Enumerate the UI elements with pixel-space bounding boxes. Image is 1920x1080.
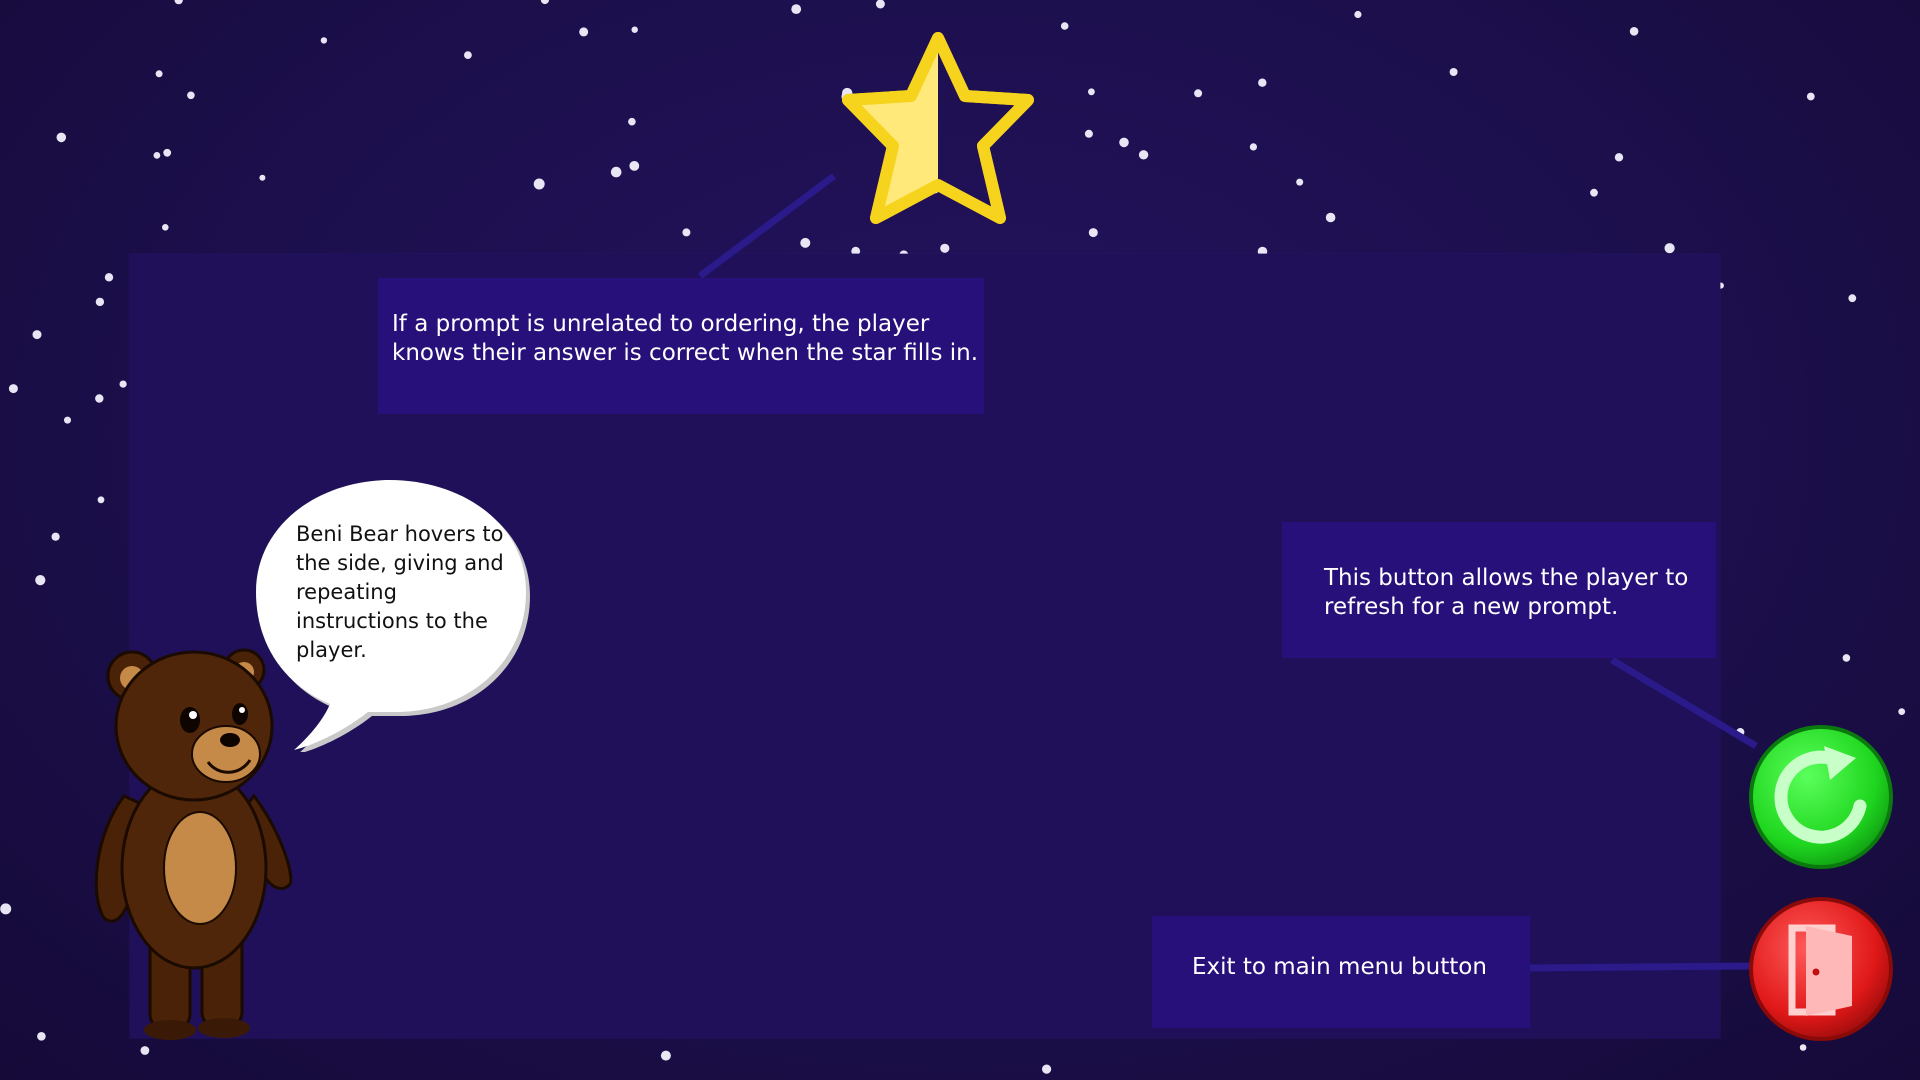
background-star — [1736, 728, 1745, 737]
background-star — [119, 380, 127, 388]
background-star — [8, 384, 18, 394]
background-star — [1664, 243, 1675, 254]
background-star — [1194, 89, 1203, 98]
background-star — [1060, 22, 1069, 30]
background-star — [95, 297, 105, 307]
refresh-button[interactable] — [1748, 724, 1894, 870]
background-star — [162, 224, 169, 231]
background-star — [187, 91, 195, 100]
background-star — [1088, 228, 1098, 238]
background-star — [940, 243, 950, 253]
background-star — [533, 178, 545, 190]
background-star — [1354, 10, 1362, 19]
background-star — [1629, 27, 1639, 36]
star-explanation-text: If a prompt is unrelated to ordering, th… — [392, 311, 979, 366]
background-star — [104, 273, 114, 282]
background-star — [1449, 68, 1458, 76]
background-star — [631, 26, 638, 33]
background-star — [1325, 212, 1336, 223]
progress-star — [826, 28, 1044, 232]
star-explanation-callout: If a prompt is unrelated to ordering, th… — [378, 278, 984, 414]
background-star — [1258, 78, 1267, 87]
background-star — [660, 1050, 671, 1061]
background-star — [800, 237, 811, 248]
background-star — [259, 174, 266, 181]
background-star — [1614, 153, 1624, 162]
background-star — [32, 330, 42, 340]
background-star — [35, 575, 46, 586]
background-star — [37, 1032, 46, 1041]
refresh-explanation-callout: This button allows the player to refresh… — [1282, 522, 1716, 658]
background-star — [56, 132, 67, 143]
exit-explanation-text: Exit to main menu button — [1192, 954, 1487, 980]
background-star — [95, 394, 104, 403]
background-star — [163, 148, 172, 157]
exit-button[interactable] — [1748, 896, 1894, 1042]
background-star — [1084, 129, 1093, 138]
background-star — [1296, 178, 1304, 186]
background-star — [320, 37, 328, 44]
background-star — [1806, 92, 1815, 101]
background-star — [140, 1046, 150, 1055]
background-star — [628, 117, 636, 126]
bear-icon — [94, 648, 293, 1040]
background-star — [1138, 150, 1149, 160]
background-star — [0, 903, 12, 915]
background-star — [1842, 654, 1851, 662]
background-star — [1249, 143, 1257, 151]
background-star — [629, 161, 640, 171]
background-star — [153, 152, 161, 159]
background-star — [1848, 294, 1857, 303]
beni-bear — [84, 646, 306, 1042]
background-star — [682, 228, 691, 237]
background-star — [540, 0, 549, 5]
exit-explanation-callout: Exit to main menu button — [1152, 916, 1530, 1028]
bear-speech-text: Beni Bear hovers to the side, giving and… — [296, 522, 504, 662]
background-star — [1898, 708, 1906, 715]
background-star — [610, 166, 622, 178]
background-star — [97, 496, 105, 504]
background-star — [51, 532, 60, 541]
exit-door-icon — [1749, 897, 1893, 1041]
refresh-icon — [1749, 725, 1893, 869]
refresh-explanation-text: This button allows the player to refresh… — [1324, 565, 1689, 620]
background-star — [1042, 1064, 1052, 1074]
background-star — [155, 70, 163, 78]
background-star — [1119, 137, 1129, 148]
background-star — [1088, 88, 1095, 96]
star-icon — [842, 32, 1034, 224]
background-star — [174, 0, 183, 5]
background-star — [464, 51, 472, 59]
background-star — [579, 27, 589, 37]
background-star — [64, 416, 71, 424]
background-star — [791, 4, 802, 14]
background-star — [1590, 188, 1598, 197]
background-star — [1799, 1044, 1807, 1051]
background-star — [875, 0, 885, 9]
